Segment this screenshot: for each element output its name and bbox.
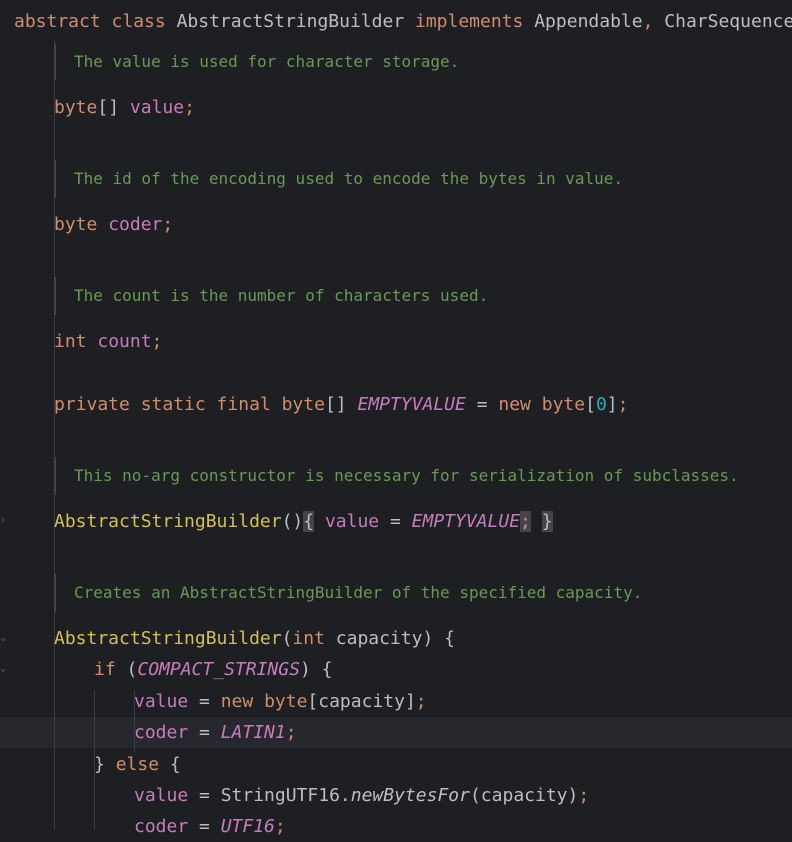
keyword: new: [220, 691, 254, 712]
punctuation: (): [281, 511, 304, 532]
punctuation: [: [585, 394, 596, 415]
punctuation: ;: [520, 511, 531, 532]
operator: =: [379, 511, 412, 532]
class-name: AbstractStringBuilder: [176, 11, 405, 32]
constant-name: LATIN1: [220, 722, 286, 743]
doc-comment: The id of the encoding used to encode th…: [54, 160, 623, 198]
folded-brace[interactable]: {: [303, 511, 315, 532]
expression: [capacity]: [307, 691, 416, 712]
operator: =: [188, 816, 221, 837]
doc-comment: Creates an AbstractStringBuilder of the …: [54, 574, 642, 612]
punctuation: (: [281, 628, 293, 649]
punctuation: {: [159, 754, 181, 775]
current-line-highlight: [0, 717, 792, 748]
fold-icon[interactable]: ⌄: [0, 632, 8, 643]
method-name: AbstractStringBuilder: [54, 628, 282, 649]
code-line-field-coder[interactable]: byte coder;: [54, 209, 173, 240]
punctuation: ;: [184, 97, 195, 118]
punctuation: }: [94, 754, 116, 775]
code-line-constructor-capacity[interactable]: AbstractStringBuilder(int capacity) {: [54, 623, 455, 654]
code-line-assign-coder[interactable]: coder = LATIN1;: [134, 717, 297, 748]
code-line-field-count[interactable]: int count;: [54, 326, 162, 357]
punctuation: []: [324, 394, 347, 415]
code-line-emptyvalue[interactable]: private static final byte[] EMPTYVALUE =…: [54, 389, 628, 420]
doc-comment: The count is the number of characters us…: [54, 277, 488, 315]
operator: =: [188, 785, 221, 806]
expression: (capacity): [469, 785, 579, 806]
constant-name: EMPTYVALUE: [357, 394, 466, 415]
modifiers: private static final: [54, 394, 271, 415]
punctuation: ;: [415, 691, 427, 712]
operator: =: [188, 722, 221, 743]
code-line-field-value[interactable]: byte[] value;: [54, 92, 195, 123]
keyword: class: [111, 11, 166, 32]
constant-name: COMPACT_STRINGS: [137, 659, 300, 680]
code-editor[interactable]: › ⌄ ⌄ abstract class AbstractStringBuild…: [0, 0, 792, 837]
folded-brace[interactable]: }: [541, 511, 553, 532]
punctuation: ,: [642, 11, 654, 32]
doc-comment: The value is used for character storage.: [54, 44, 459, 80]
keyword: implements: [415, 11, 524, 32]
punctuation: []: [97, 97, 120, 118]
type: int: [54, 331, 87, 352]
type: byte: [54, 97, 98, 118]
field-name: value: [129, 97, 185, 118]
punctuation: ]: [606, 394, 618, 415]
field-name: count: [97, 331, 152, 352]
constant-name: EMPTYVALUE: [411, 511, 521, 532]
parameter: capacity) {: [324, 628, 455, 649]
field-name: value: [324, 511, 380, 532]
method-name: AbstractStringBuilder: [54, 511, 282, 532]
type: byte: [54, 214, 98, 235]
punctuation: ;: [162, 214, 174, 235]
operator: =: [465, 394, 499, 415]
operator: =: [188, 691, 221, 712]
field-name: coder: [108, 214, 163, 235]
code-line-assign-coder-utf16[interactable]: coder = UTF16;: [134, 811, 286, 842]
fold-icon[interactable]: ⌄: [0, 663, 8, 674]
type: byte: [264, 691, 308, 712]
field-name: coder: [134, 816, 189, 837]
field-name: coder: [134, 722, 189, 743]
keyword: new: [498, 394, 531, 415]
code-line-assign-value[interactable]: value = new byte[capacity];: [134, 686, 427, 717]
code-line-assign-value-utf16[interactable]: value = StringUTF16.newBytesFor(capacity…: [134, 780, 589, 811]
field-name: value: [134, 785, 189, 806]
interface-name: CharSequence: [664, 11, 792, 32]
punctuation: ;: [285, 722, 297, 743]
field-name: value: [134, 691, 189, 712]
type: byte: [541, 394, 586, 415]
class-name: StringUTF16.: [220, 785, 351, 806]
code-line-constructor-noarg[interactable]: AbstractStringBuilder(){ value = EMPTYVA…: [54, 506, 553, 537]
keyword: if: [94, 659, 116, 680]
type: byte: [281, 394, 325, 415]
code-line-class-declaration[interactable]: abstract class AbstractStringBuilder imp…: [14, 6, 792, 37]
method-call: newBytesFor: [350, 785, 470, 806]
constant-name: UTF16: [220, 816, 275, 837]
code-line-else[interactable]: } else {: [94, 749, 181, 780]
keyword: abstract: [14, 11, 101, 32]
fold-icon[interactable]: ›: [0, 515, 8, 526]
punctuation: ;: [617, 394, 629, 415]
type: int: [292, 628, 325, 649]
interface-name: Appendable: [534, 11, 643, 32]
punctuation: ;: [578, 785, 590, 806]
punctuation: ;: [151, 331, 163, 352]
punctuation: (: [115, 659, 138, 680]
code-line-if[interactable]: if (COMPACT_STRINGS) {: [94, 654, 332, 685]
number: 0: [595, 394, 607, 415]
punctuation: ;: [274, 816, 286, 837]
punctuation: ) {: [299, 659, 333, 680]
indent-guide: [54, 40, 55, 830]
doc-comment: This no-arg constructor is necessary for…: [54, 457, 739, 495]
keyword: else: [115, 754, 160, 775]
